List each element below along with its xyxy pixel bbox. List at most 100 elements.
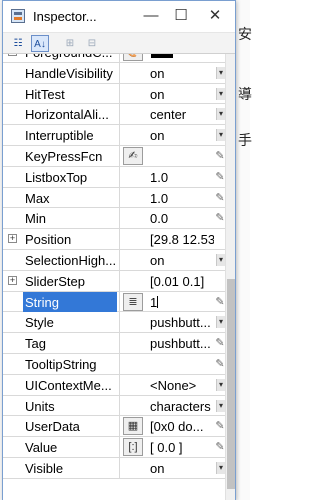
expand-all-icon[interactable]: ⊞ (61, 35, 79, 52)
property-value[interactable]: <None> (150, 378, 214, 393)
pencil-icon[interactable]: ✎ (215, 149, 225, 163)
property-row[interactable]: HandleVisibility on ▾ (3, 62, 225, 84)
grid-icon[interactable]: ▦ (123, 417, 143, 436)
column-divider (119, 270, 120, 291)
property-name: Interruptible (25, 128, 94, 144)
property-value[interactable]: on (150, 87, 214, 102)
minimize-button[interactable]: — (139, 5, 163, 27)
background-char: 導 (238, 87, 252, 103)
property-value[interactable]: on (150, 128, 214, 143)
property-row[interactable]: String ≣ 1 ✎ (3, 291, 225, 313)
expand-toggle-icon[interactable]: + (8, 275, 17, 285)
property-row[interactable]: Min 0.0 ✎ (3, 208, 225, 230)
dropdown-arrow-icon[interactable]: ▾ (216, 462, 225, 474)
dropdown-arrow-icon[interactable]: ▾ (216, 399, 225, 412)
property-value[interactable]: 1 (150, 295, 214, 310)
column-divider (119, 250, 120, 270)
property-name: Max (25, 190, 50, 206)
property-value[interactable]: 0.0 (150, 211, 214, 226)
property-row[interactable]: + ForegroundC...🎨 (3, 54, 225, 63)
property-name: HorizontalAli... (25, 107, 109, 123)
pencil-icon[interactable]: ✎ (215, 440, 225, 454)
property-name: SliderStep (25, 273, 85, 289)
property-row[interactable]: ListboxTop 1.0 ✎ (3, 166, 225, 188)
property-value[interactable]: pushbutt... (150, 315, 214, 330)
property-row[interactable]: KeyPressFcn ✍ ✎ (3, 146, 225, 167)
property-name: String (25, 294, 59, 310)
property-value[interactable]: on (150, 253, 214, 268)
pencil-icon[interactable]: ✎ (215, 336, 225, 350)
column-divider (119, 312, 120, 333)
dropdown-arrow-icon[interactable]: ▾ (216, 254, 225, 266)
property-value[interactable]: [29.8 12.53... (150, 232, 214, 247)
property-value[interactable]: characters (150, 399, 214, 414)
dropdown-arrow-icon[interactable]: ▾ (216, 87, 225, 100)
property-value[interactable]: [0.01 0.1] (150, 274, 214, 289)
property-row[interactable]: Value [:] [ 0.0 ] ✎ (3, 437, 225, 458)
collapse-all-icon[interactable]: ⊟ (83, 35, 101, 52)
pencil-icon[interactable]: ✎ (215, 419, 225, 433)
column-divider (119, 416, 120, 437)
column-divider (119, 229, 120, 250)
pencil-icon[interactable]: ✎ (215, 357, 225, 371)
property-value[interactable]: on (150, 66, 214, 81)
categorize-icon[interactable]: ☷ (9, 35, 27, 52)
expand-toggle-icon[interactable]: + (8, 234, 17, 244)
property-value[interactable]: 1.0 (150, 191, 214, 206)
property-row[interactable]: TooltipString ✎ (3, 354, 225, 375)
property-name: Value (25, 440, 58, 456)
property-value[interactable]: on (150, 461, 214, 476)
close-button[interactable]: ✕ (203, 5, 227, 27)
property-value[interactable]: center (150, 107, 214, 122)
property-row[interactable]: SelectionHigh... on ▾ (3, 250, 225, 271)
dropdown-arrow-icon[interactable]: ▾ (216, 66, 225, 79)
property-value[interactable]: [ 0.0 ] (150, 440, 214, 455)
bracket-icon[interactable]: [:] (123, 438, 143, 457)
color-swatch[interactable] (151, 54, 173, 58)
background-side-panel (234, 0, 250, 500)
property-name: Visible (25, 461, 64, 476)
property-row[interactable]: Interruptible on ▾ (3, 125, 225, 146)
property-name: UIContextMe... (25, 377, 112, 393)
property-name: TooltipString (25, 357, 97, 372)
dropdown-arrow-icon[interactable]: ▾ (216, 108, 225, 121)
property-row[interactable]: Max 1.0 ✎ (3, 187, 225, 209)
property-row[interactable]: Style pushbutt... ▾ (3, 312, 225, 334)
property-row[interactable]: HitTest on ▾ (3, 83, 225, 105)
list-edit-icon[interactable]: ≣ (123, 292, 143, 311)
property-row[interactable]: Tag pushbutt... ✎ (3, 333, 225, 354)
pencil-icon[interactable]: ✎ (215, 170, 225, 184)
dropdown-arrow-icon[interactable]: ▾ (216, 129, 225, 142)
maximize-button[interactable]: ☐ (169, 5, 193, 27)
property-name: HandleVisibility (25, 65, 113, 81)
property-row[interactable]: + Position [29.8 12.53... (3, 229, 225, 250)
property-name: ListboxTop (25, 169, 88, 185)
scrollbar-thumb[interactable] (227, 279, 235, 489)
property-name: Min (25, 211, 46, 227)
property-name: Units (25, 398, 55, 414)
property-row[interactable]: Units characters ▾ (3, 395, 225, 417)
property-row[interactable]: + SliderStep [0.01 0.1] (3, 270, 225, 292)
property-name: SelectionHigh... (25, 253, 117, 268)
property-value[interactable]: 1.0 (150, 170, 214, 185)
property-grid: +ForegroundC...🎨HandleVisibilityon▾HitTe… (3, 54, 225, 500)
expand-toggle-icon[interactable]: + (8, 54, 17, 56)
dropdown-arrow-icon[interactable]: ▾ (216, 378, 225, 391)
vertical-scrollbar[interactable] (225, 54, 235, 500)
sort-alphabetical-icon[interactable]: A↓ (31, 35, 49, 52)
pencil-edit-icon[interactable]: ✍ (123, 147, 143, 165)
title-bar[interactable]: Inspector... — ☐ ✕ (3, 1, 235, 33)
property-row[interactable]: UIContextMe... <None> ▾ (3, 374, 225, 396)
property-value[interactable]: [0x0 do... (150, 419, 214, 434)
pencil-icon[interactable]: ✎ (215, 191, 225, 205)
pencil-icon[interactable]: ✎ (215, 295, 225, 309)
column-divider (119, 291, 120, 312)
dropdown-arrow-icon[interactable]: ▾ (216, 316, 225, 329)
property-row[interactable]: UserData ▦ [0x0 do... ✎ (3, 416, 225, 438)
property-value[interactable]: pushbutt... (150, 336, 214, 351)
property-row[interactable]: HorizontalAli... center ▾ (3, 104, 225, 126)
pencil-icon[interactable]: ✎ (215, 211, 225, 225)
palette-icon[interactable]: 🎨 (123, 54, 143, 61)
column-divider (119, 83, 120, 104)
property-row[interactable]: Visible on ▾ (3, 458, 225, 479)
